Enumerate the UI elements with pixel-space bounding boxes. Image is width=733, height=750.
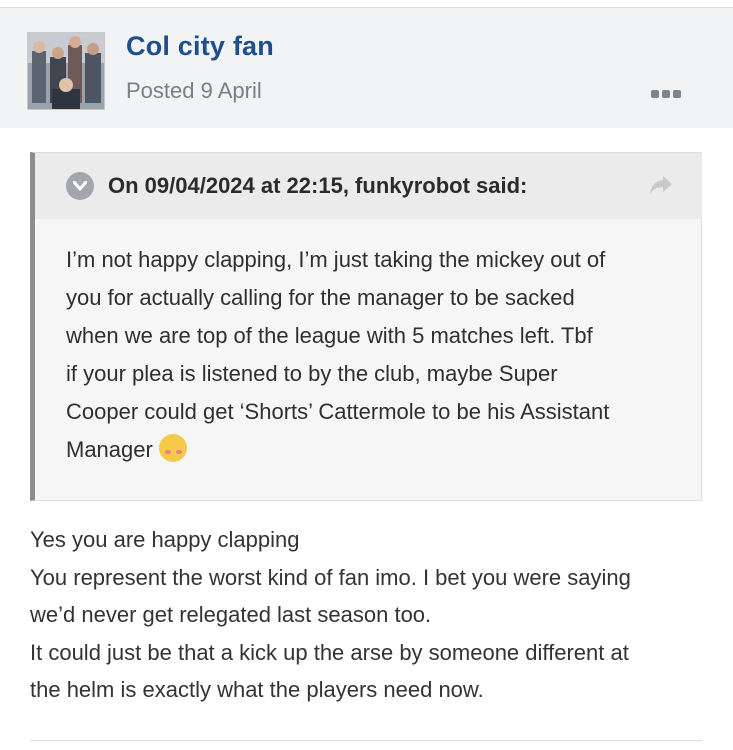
quote-line: you for actually calling for the manager…	[66, 285, 575, 310]
quote-line: Manager	[66, 437, 153, 462]
quote-header: On 09/04/2024 at 22:15, funkyrobot said:	[35, 153, 702, 219]
reply-line: Yes you are happy clapping	[30, 527, 300, 552]
quote-citation: On 09/04/2024 at 22:15, funkyrobot said:	[108, 173, 528, 198]
avatar-image	[28, 33, 104, 109]
reply-line: we’d never get relegated last season too…	[30, 602, 432, 627]
quote-line: I’m not happy clapping, I’m just taking …	[66, 247, 606, 272]
smiling-face-with-hearts-emoji	[158, 434, 187, 462]
share-arrow-icon[interactable]	[648, 173, 674, 197]
author-name[interactable]: Col city fan	[126, 31, 274, 62]
chevron-down-icon[interactable]	[66, 172, 94, 200]
avatar[interactable]	[27, 32, 105, 110]
quote-line: when we are top of the league with 5 mat…	[66, 323, 593, 348]
quote-line: Cooper could get ‘Shorts’ Cattermole to …	[66, 399, 610, 424]
ellipsis-icon[interactable]	[646, 85, 686, 103]
reply-line: the helm is exactly what the players nee…	[30, 677, 484, 702]
reply-line: You represent the worst kind of fan imo.…	[30, 564, 631, 590]
post-date[interactable]: Posted 9 April	[126, 78, 262, 104]
quote-block: On 09/04/2024 at 22:15, funkyrobot said:…	[30, 152, 702, 501]
quote-line-last: Manager	[66, 431, 686, 469]
top-divider	[0, 0, 733, 8]
post-header: Col city fan Posted 9 April	[0, 8, 733, 128]
bottom-divider	[30, 740, 702, 741]
reply-line: It could just be that a kick up the arse…	[30, 639, 629, 665]
reply-text: Yes you are happy clapping You represent…	[30, 521, 720, 709]
quote-line: if your plea is listened to by the club,…	[66, 361, 558, 386]
quote-text: I’m not happy clapping, I’m just taking …	[66, 241, 686, 469]
